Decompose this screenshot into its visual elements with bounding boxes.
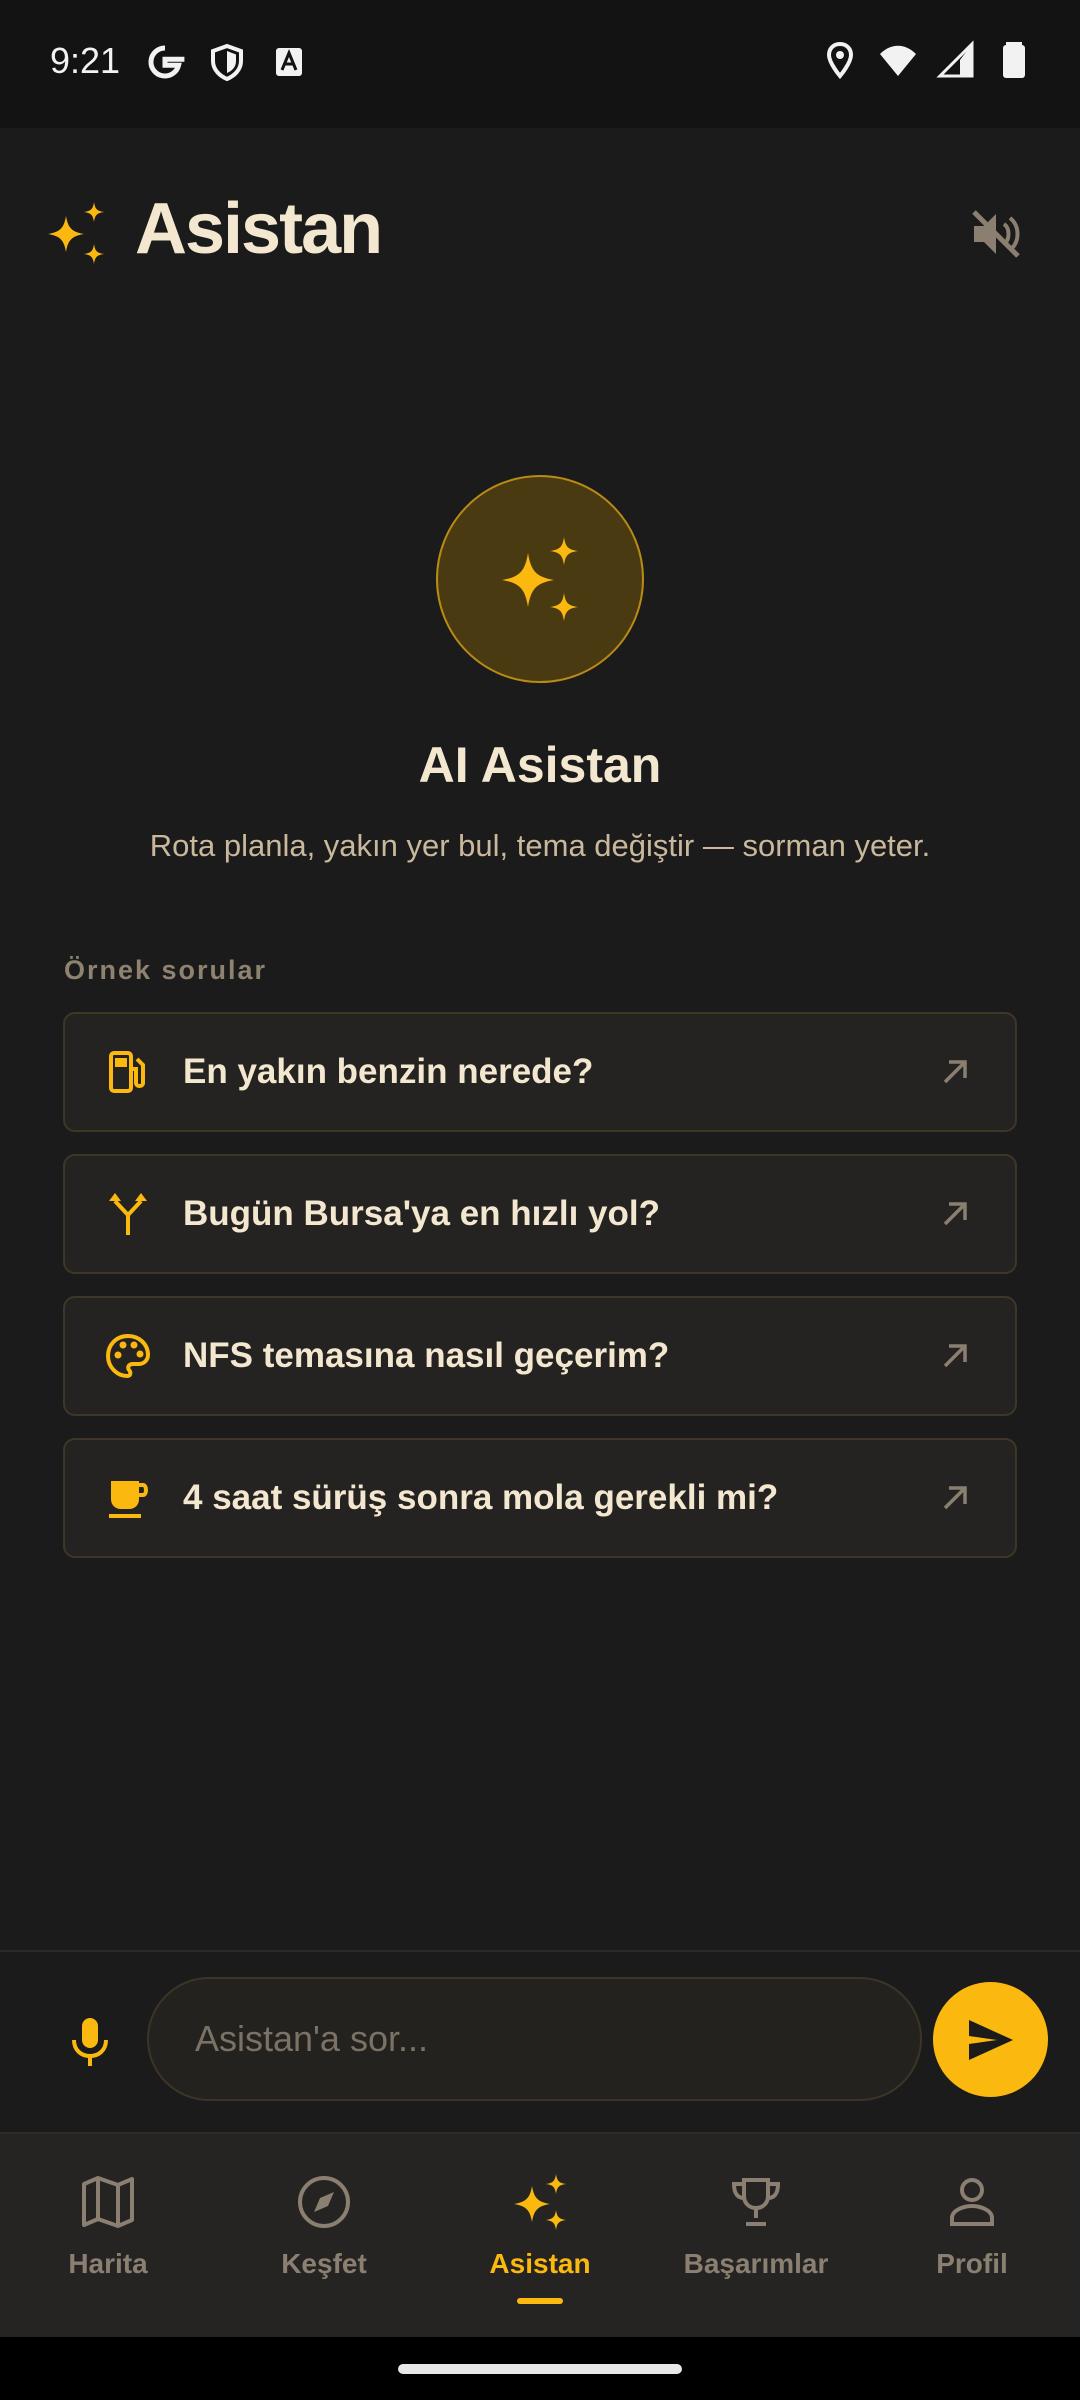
page-title: Asistan xyxy=(135,189,383,269)
arrow-up-right-icon xyxy=(943,1344,967,1368)
suggestion-text: En yakın benzin nerede? xyxy=(183,1052,594,1091)
suggestion-break[interactable]: 4 saat sürüş sonra mola gerekli mi? xyxy=(63,1438,1017,1558)
mute-button[interactable] xyxy=(964,202,1028,266)
shield-icon xyxy=(211,43,243,82)
mic-button[interactable] xyxy=(62,2014,118,2070)
status-bar: 9:21 xyxy=(0,0,1080,128)
arrow-up-right-icon xyxy=(943,1202,967,1226)
signal-icon xyxy=(936,40,974,78)
nav-label: Profil xyxy=(936,2248,1008,2279)
suggestion-theme[interactable]: NFS temasına nasıl geçerim? xyxy=(63,1296,1017,1416)
coffee-icon xyxy=(109,1481,148,1518)
sparkle-icon xyxy=(48,202,104,264)
sparkle-icon xyxy=(502,537,578,621)
nav-item-assistant[interactable]: Asistan xyxy=(432,2134,648,2339)
chat-input[interactable] xyxy=(147,1977,922,2101)
active-indicator xyxy=(517,2298,563,2304)
palette-icon xyxy=(105,1333,151,1379)
nav-label: Harita xyxy=(68,2248,148,2279)
suggestion-text: NFS temasına nasıl geçerim? xyxy=(183,1336,670,1375)
suggestion-text: Bugün Bursa'ya en hızlı yol? xyxy=(183,1194,660,1233)
system-navigation-bar xyxy=(0,2337,1080,2400)
microphone-icon xyxy=(72,2018,108,2066)
map-icon xyxy=(82,2176,134,2228)
nav-item-explore[interactable]: Keşfet xyxy=(216,2134,432,2339)
arrow-up-right-icon xyxy=(943,1060,967,1084)
suggestion-route[interactable]: Bugün Bursa'ya en hızlı yol? xyxy=(63,1154,1017,1274)
fuel-icon xyxy=(109,1051,145,1093)
nav-item-achievements[interactable]: Başarımlar xyxy=(648,2134,864,2339)
person-icon xyxy=(950,2178,994,2226)
assistant-title: AI Asistan xyxy=(418,737,662,793)
location-icon xyxy=(826,41,854,80)
send-button[interactable] xyxy=(933,1982,1048,2097)
volume-off-icon xyxy=(972,210,1020,258)
assistant-avatar xyxy=(436,475,644,683)
sparkle-icon xyxy=(514,2174,566,2230)
chat-input-bar xyxy=(0,1950,1080,2132)
bottom-navigation: Harita Keşfet Asistan Başarımlar Profil xyxy=(0,2132,1080,2337)
suggestion-fuel[interactable]: En yakın benzin nerede? xyxy=(63,1012,1017,1132)
wifi-icon xyxy=(880,45,916,76)
nav-label: Keşfet xyxy=(281,2248,367,2279)
examples-label: Örnek sorular xyxy=(64,955,268,985)
nav-label: Asistan xyxy=(489,2248,591,2279)
translate-icon xyxy=(276,48,302,76)
send-icon xyxy=(968,2019,1013,2060)
nav-item-profile[interactable]: Profil xyxy=(864,2134,1080,2339)
compass-icon xyxy=(298,2176,350,2228)
status-left-icons xyxy=(145,42,309,82)
suggestion-text: 4 saat sürüş sonra mola gerekli mi? xyxy=(183,1478,779,1517)
arrow-up-right-icon xyxy=(943,1486,967,1510)
app-header: Asistan xyxy=(0,128,1080,338)
assistant-subtitle: Rota planla, yakın yer bul, tema değişti… xyxy=(149,828,931,863)
trophy-icon xyxy=(731,2178,781,2226)
fork-route-icon xyxy=(109,1193,147,1235)
status-time: 9:21 xyxy=(50,40,121,81)
google-icon xyxy=(148,45,185,79)
suggestion-list: En yakın benzin nerede? Bugün Bursa'ya e… xyxy=(63,1012,1017,1580)
status-right-icons xyxy=(820,40,1034,80)
nav-label: Başarımlar xyxy=(683,2248,829,2279)
nav-item-map[interactable]: Harita xyxy=(0,2134,216,2339)
home-gesture-handle[interactable] xyxy=(398,2364,682,2374)
battery-icon xyxy=(1003,42,1025,78)
